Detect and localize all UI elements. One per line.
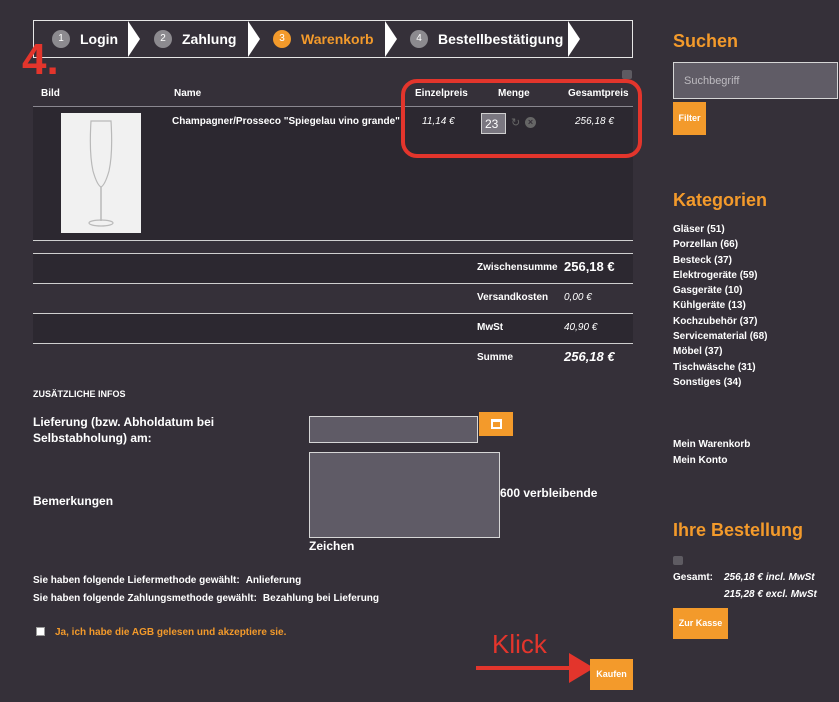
product-image[interactable] [61, 113, 141, 233]
tax-value: 40,90 € [564, 322, 598, 333]
remarks-textarea[interactable] [309, 452, 500, 538]
category-item[interactable]: Gläser (51) [673, 222, 768, 237]
delivery-method-text: Sie haben folgende Liefermethode gewählt… [33, 575, 240, 586]
search-input[interactable] [673, 62, 838, 99]
tax-row: MwSt 40,90 € [33, 313, 633, 343]
divider [33, 313, 633, 314]
total-label: Summe [477, 352, 514, 363]
categories-title: Kategorien [673, 190, 768, 210]
payment-method-value: Bezahlung bei Lieferung [262, 593, 380, 604]
checkout-button[interactable]: Zur Kasse [673, 608, 728, 639]
category-item[interactable]: Sonstiges (34) [673, 375, 768, 390]
order-total-excl: 215,28 € excl. MwSt [724, 589, 817, 600]
shipping-row: Versandkosten 0,00 € [33, 283, 633, 313]
delivery-method-info: Sie haben folgende Liefermethode gewählt… [33, 575, 301, 586]
checkout-stepper: 1 Login 2 Zahlung 3 Warenkorb 4 Bestellb… [33, 20, 633, 58]
step-chevron-icon [248, 21, 260, 57]
remaining-chars-unit: Zeichen [309, 539, 355, 553]
print-icon[interactable] [622, 70, 632, 79]
remaining-chars: 600 verbleibende [500, 486, 598, 500]
product-name[interactable]: Champagner/Prosseco "Spiegelau vino gran… [172, 116, 400, 127]
step-number: 4 [410, 30, 428, 48]
step-bestellbestaetigung[interactable]: 4 Bestellbestätigung [410, 21, 563, 57]
divider [33, 240, 633, 241]
subtotal-value: 256,18 € [564, 259, 615, 274]
shipping-label: Versandkosten [477, 292, 549, 303]
step-login[interactable]: 1 Login [52, 21, 118, 57]
divider [33, 283, 633, 284]
order-title: Ihre Bestellung [673, 520, 804, 540]
category-list: Gläser (51) Porzellan (66) Besteck (37) … [673, 222, 768, 390]
step-label: Bestellbestätigung [438, 31, 564, 47]
category-item[interactable]: Gasgeräte (10) [673, 283, 768, 298]
col-header-bild: Bild [41, 88, 60, 99]
agb-checkbox[interactable] [36, 627, 45, 636]
my-account-link[interactable]: Mein Konto [673, 455, 727, 466]
filter-button[interactable]: Filter [673, 102, 706, 135]
delivery-date-input[interactable] [309, 416, 478, 443]
highlight-annotation [401, 79, 642, 158]
delivery-date-label: Lieferung (bzw. Abholdatum bei Selbstabh… [33, 415, 215, 445]
tax-label: MwSt [477, 322, 504, 333]
category-item[interactable]: Kochzubehör (37) [673, 314, 768, 329]
step-label: Login [80, 31, 119, 47]
arrow-annotation [476, 666, 572, 670]
subtotal-label: Zwischensumme [477, 262, 558, 273]
remarks-label: Bemerkungen [33, 494, 114, 508]
shipping-value: 0,00 € [564, 292, 592, 303]
divider [33, 253, 633, 254]
extra-info-title: ZUSÄTZLICHE INFOS [33, 389, 126, 399]
wine-glass-icon [88, 120, 114, 227]
search-title: Suchen [673, 31, 739, 51]
step-chevron-icon [385, 21, 397, 57]
step-chevron-icon [128, 21, 140, 57]
agb-label[interactable]: Ja, ich habe die AGB gelesen und akzepti… [55, 627, 286, 638]
order-total-incl: 256,18 € incl. MwSt [724, 572, 815, 583]
calendar-button[interactable] [479, 412, 513, 436]
my-cart-link[interactable]: Mein Warenkorb [673, 439, 750, 450]
click-annotation: Klick [492, 629, 547, 659]
col-header-name: Name [174, 88, 202, 99]
delivery-method-value: Anlieferung [245, 575, 302, 586]
category-item[interactable]: Kühlgeräte (13) [673, 298, 768, 313]
payment-method-text: Sie haben folgende Zahlungsmethode gewäh… [33, 593, 257, 604]
category-item[interactable]: Tischwäsche (31) [673, 360, 768, 375]
buy-button[interactable]: Kaufen [590, 659, 633, 690]
step-label: Warenkorb [301, 31, 374, 47]
step-warenkorb[interactable]: 3 Warenkorb [273, 21, 374, 57]
subtotal-row: Zwischensumme 256,18 € [33, 253, 633, 283]
step-chevron-icon [568, 21, 580, 57]
step-number: 3 [273, 30, 291, 48]
calendar-icon [490, 419, 502, 429]
total-row: Summe 256,18 € [33, 343, 633, 373]
category-item[interactable]: Möbel (37) [673, 344, 768, 359]
cart-icon [673, 556, 683, 565]
step-zahlung[interactable]: 2 Zahlung [154, 21, 236, 57]
total-value: 256,18 € [564, 349, 615, 364]
step-label: Zahlung [182, 31, 237, 47]
category-item[interactable]: Porzellan (66) [673, 237, 768, 252]
category-item[interactable]: Servicematerial (68) [673, 329, 768, 344]
step-number: 2 [154, 30, 172, 48]
category-item[interactable]: Besteck (37) [673, 253, 768, 268]
payment-method-info: Sie haben folgende Zahlungsmethode gewäh… [33, 593, 379, 604]
order-total-label: Gesamt: [673, 572, 714, 583]
category-item[interactable]: Elektrogeräte (59) [673, 268, 768, 283]
step-marker-annotation: 4. [22, 35, 59, 84]
